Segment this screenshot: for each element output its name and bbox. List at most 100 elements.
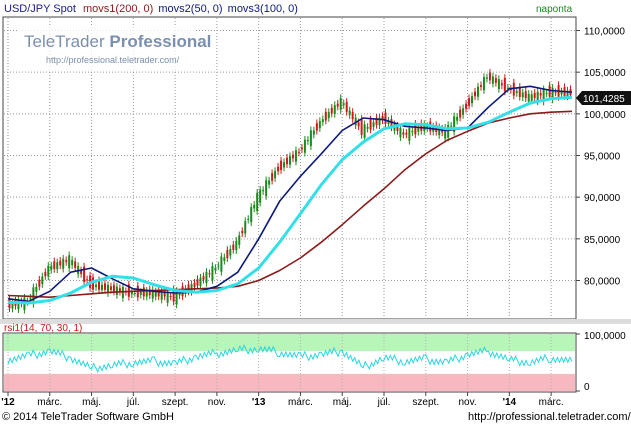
price-candle-body [360,119,363,135]
x-axis: '12 márc. máj. júl. szept. nov. '13 márc. máj. jú… [1,392,564,408]
x-tick-label: júl. [377,397,391,408]
price-y-tick-label: 95,0000 [584,152,621,163]
price-candle-body [497,79,500,90]
price-candle-body [112,285,115,292]
price-candle-body [74,261,77,268]
x-tick-label: máj. [82,397,101,408]
watermark-brand: TeleTrader Professional [24,32,211,51]
price-candle-body [468,98,471,106]
price-candle-body [271,173,274,181]
price-candle-body [348,110,351,116]
price-candle-body [199,277,202,286]
price-candle-body [62,258,65,269]
copyright-text: © 2014 TeleTrader Software GmbH [2,411,174,423]
price-candle-body [163,292,166,297]
price-candle-body [250,206,253,223]
x-tick-label: júl. [126,397,140,408]
price-candle-body [408,127,411,141]
price-candle-body [479,85,482,87]
price-candle-body [41,276,44,285]
price-candle-body [336,103,339,107]
last-price-marker: 101,4285 [576,91,631,105]
price-candle-body [545,92,548,94]
price-candle-body [139,291,142,295]
price-candle-body [241,230,244,234]
price-candle-body [38,279,41,287]
price-candle-body [283,162,286,168]
last-price-value: 101,4285 [583,94,625,105]
price-candle-body [214,268,217,271]
price-candle-body [265,180,268,197]
price-y-tick-label: 100,0000 [584,110,626,121]
price-candle-body [115,286,118,295]
x-tick-label: máj. [333,397,352,408]
price-candle-body [357,122,360,127]
price-candle-body [262,189,265,192]
x-tick-label: '12 [1,397,15,408]
price-candle-body [71,259,74,266]
price-candle-body [294,150,297,162]
price-candle-body [321,119,324,123]
price-candle-body [277,166,280,172]
price-candle-body [411,131,414,133]
price-candle-body [193,282,196,287]
price-candle-body [462,108,465,115]
footer-url[interactable]: http://professional.teletrader.com/ [468,411,631,423]
price-candle-body [327,112,330,119]
price-candle-body [169,295,172,297]
price-y-tick-label: 110,0000 [584,27,625,38]
price-y-axis: 80,0000 85,0000 90,0000 95,0000 100,0000 105,… [576,27,626,288]
price-candle-body [130,291,133,295]
price-candle-body [253,204,256,209]
panel-splitter[interactable] [0,319,631,322]
price-candle-body [342,103,345,105]
price-candle-body [333,105,336,114]
price-candle-body [229,249,232,256]
movs1-legend: movs1(200, 0) [83,3,153,15]
price-candle-body [488,72,491,81]
x-tick-label: '14 [503,397,517,408]
price-candle-body [351,112,354,120]
x-tick-label: márc. [288,397,313,408]
price-candle-body [244,221,247,234]
price-candle-body [205,271,208,284]
price-candle-body [402,132,405,135]
price-candle-body [533,92,536,98]
price-candle-body [65,260,68,262]
price-candle-body [223,257,226,261]
price-candle-body [339,98,342,110]
watermark-url: http://professional.teletrader.com/ [46,55,180,65]
price-candle-body [536,91,539,102]
price-candle-body [145,290,148,297]
price-candle-body [515,91,518,94]
price-candle-body [474,91,477,97]
rsi-oversold-zone [4,373,575,391]
price-candle-body [247,219,250,221]
price-candle-body [196,279,199,286]
price-candle-body [238,235,241,245]
chart-window: TeleTrader Professional http://professio… [0,0,631,428]
price-candle-body [405,132,408,135]
price-candle-body [456,116,459,121]
price-candle-body [450,125,453,127]
price-candle-body [109,286,112,290]
price-candle-body [491,76,494,84]
price-candle-body [47,265,50,277]
price-candle-body [133,293,136,294]
price-candle-body [372,122,375,127]
price-candle-body [530,94,533,101]
rsi-y-tick-label: 100,0000 [584,331,626,342]
price-candle-body [211,265,214,281]
price-candle-body [447,125,450,138]
rsi-overbought-zone [4,334,575,352]
price-candle-body [297,151,300,153]
watermark-brand-light: TeleTrader [24,32,105,51]
price-candle-body [369,119,372,130]
price-candle-body [494,78,497,83]
price-candle-body [527,93,530,102]
price-candle-body [56,262,59,270]
rsi-y-tick-label: 0 [584,382,590,393]
price-candle-body [345,101,348,112]
price-candle-body [68,255,71,269]
x-tick-label: szept. [412,397,439,408]
